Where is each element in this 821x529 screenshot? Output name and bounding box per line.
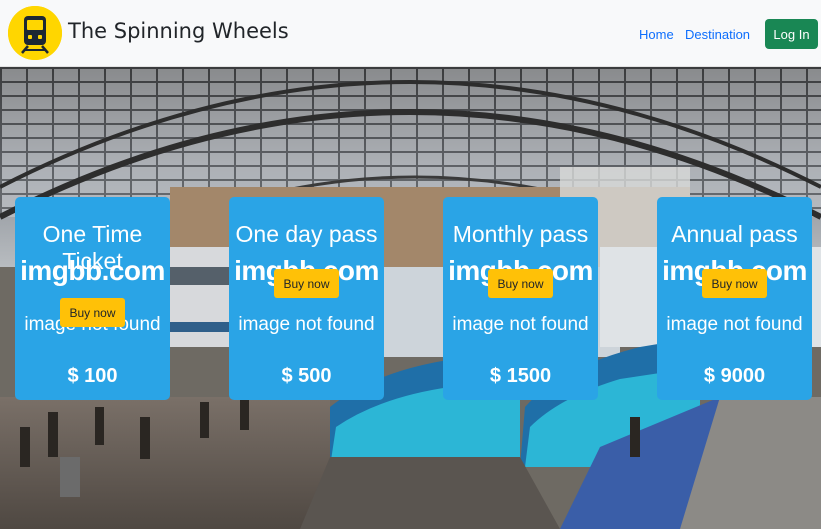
card-title: Monthly pass (452, 221, 589, 247)
nav-link-destination[interactable]: Destination (685, 27, 750, 42)
login-button[interactable]: Log In (765, 19, 818, 49)
ticket-card-one-day: imgbb.com image not found One day pass B… (229, 197, 384, 400)
broken-image-subtext: image not found (238, 314, 375, 335)
card-title: One day pass (235, 221, 378, 247)
card-price: $ 9000 (703, 365, 766, 387)
card-title: Annual pass (671, 221, 798, 247)
ticket-card-monthly: imgbb.com image not found Monthly pass B… (443, 197, 598, 400)
logo[interactable] (8, 6, 62, 60)
brand-name[interactable]: The Spinning Wheels (68, 19, 289, 43)
broken-image-subtext: image not found (452, 314, 589, 335)
buy-now-button[interactable]: Buy now (702, 269, 767, 298)
card-price: $ 100 (67, 365, 118, 387)
nav-link-home[interactable]: Home (639, 27, 674, 42)
buy-now-button[interactable]: Buy now (274, 269, 339, 298)
card-title: One Time Ticket (42, 221, 143, 274)
train-icon (8, 6, 62, 60)
buy-now-button[interactable]: Buy now (60, 298, 125, 327)
card-price: $ 500 (281, 365, 332, 387)
broken-image-subtext: image not found (666, 314, 803, 335)
buy-now-button[interactable]: Buy now (488, 269, 553, 298)
navbar: The Spinning Wheels Home Destination Log… (0, 0, 821, 67)
ticket-card-annual: imgbb.com image not found Annual pass Bu… (657, 197, 812, 400)
card-price: $ 1500 (489, 365, 552, 387)
ticket-card-one-time: imgbb.com image not found One Time Ticke… (15, 197, 170, 400)
